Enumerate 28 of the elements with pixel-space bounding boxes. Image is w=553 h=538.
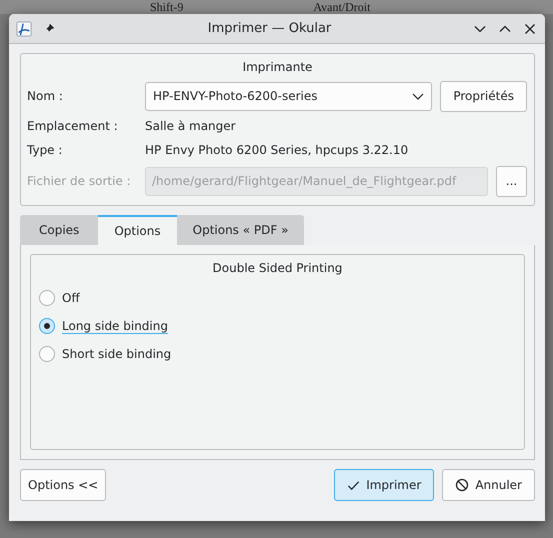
field-label: Fichier de sortie : (27, 173, 132, 190)
option-label[interactable]: Off (62, 291, 80, 305)
checkmark-icon (347, 478, 360, 492)
cancel-icon (455, 478, 470, 492)
printer-dropdown[interactable]: HP-ENVY-Photo-6200-series (145, 82, 432, 110)
window-title: Imprimer — Okular (206, 21, 332, 36)
field-label: Nom : (27, 88, 64, 105)
properties-button[interactable]: Propriétés (440, 80, 527, 112)
tab[interactable]: Options « PDF » (176, 215, 304, 245)
radio-button[interactable] (39, 290, 55, 306)
background-text: Avant/Droit (313, 0, 370, 14)
print-button[interactable]: Imprimer (334, 469, 434, 501)
radio-button[interactable] (39, 318, 55, 334)
close-icon[interactable] (523, 22, 537, 36)
cancel-button[interactable]: Annuler (442, 469, 535, 501)
field-label: Emplacement : (27, 119, 119, 133)
field-value: Salle à manger (145, 119, 236, 133)
background-text: Shift-9 (150, 0, 184, 14)
option-label[interactable]: Long side binding (62, 318, 168, 334)
tab[interactable]: Copies (20, 215, 98, 245)
app-icon (16, 20, 32, 36)
group-title: Imprimante (242, 59, 314, 76)
field-label: Type : (27, 143, 64, 157)
options-toggle-button[interactable]: Options << (20, 469, 106, 501)
group-title: Double Sided Printing (212, 260, 344, 277)
radio-button[interactable] (39, 346, 55, 362)
option-label[interactable]: Short side binding (62, 347, 172, 361)
field-value: HP Envy Photo 6200 Series, hpcups 3.22.10 (145, 143, 408, 157)
